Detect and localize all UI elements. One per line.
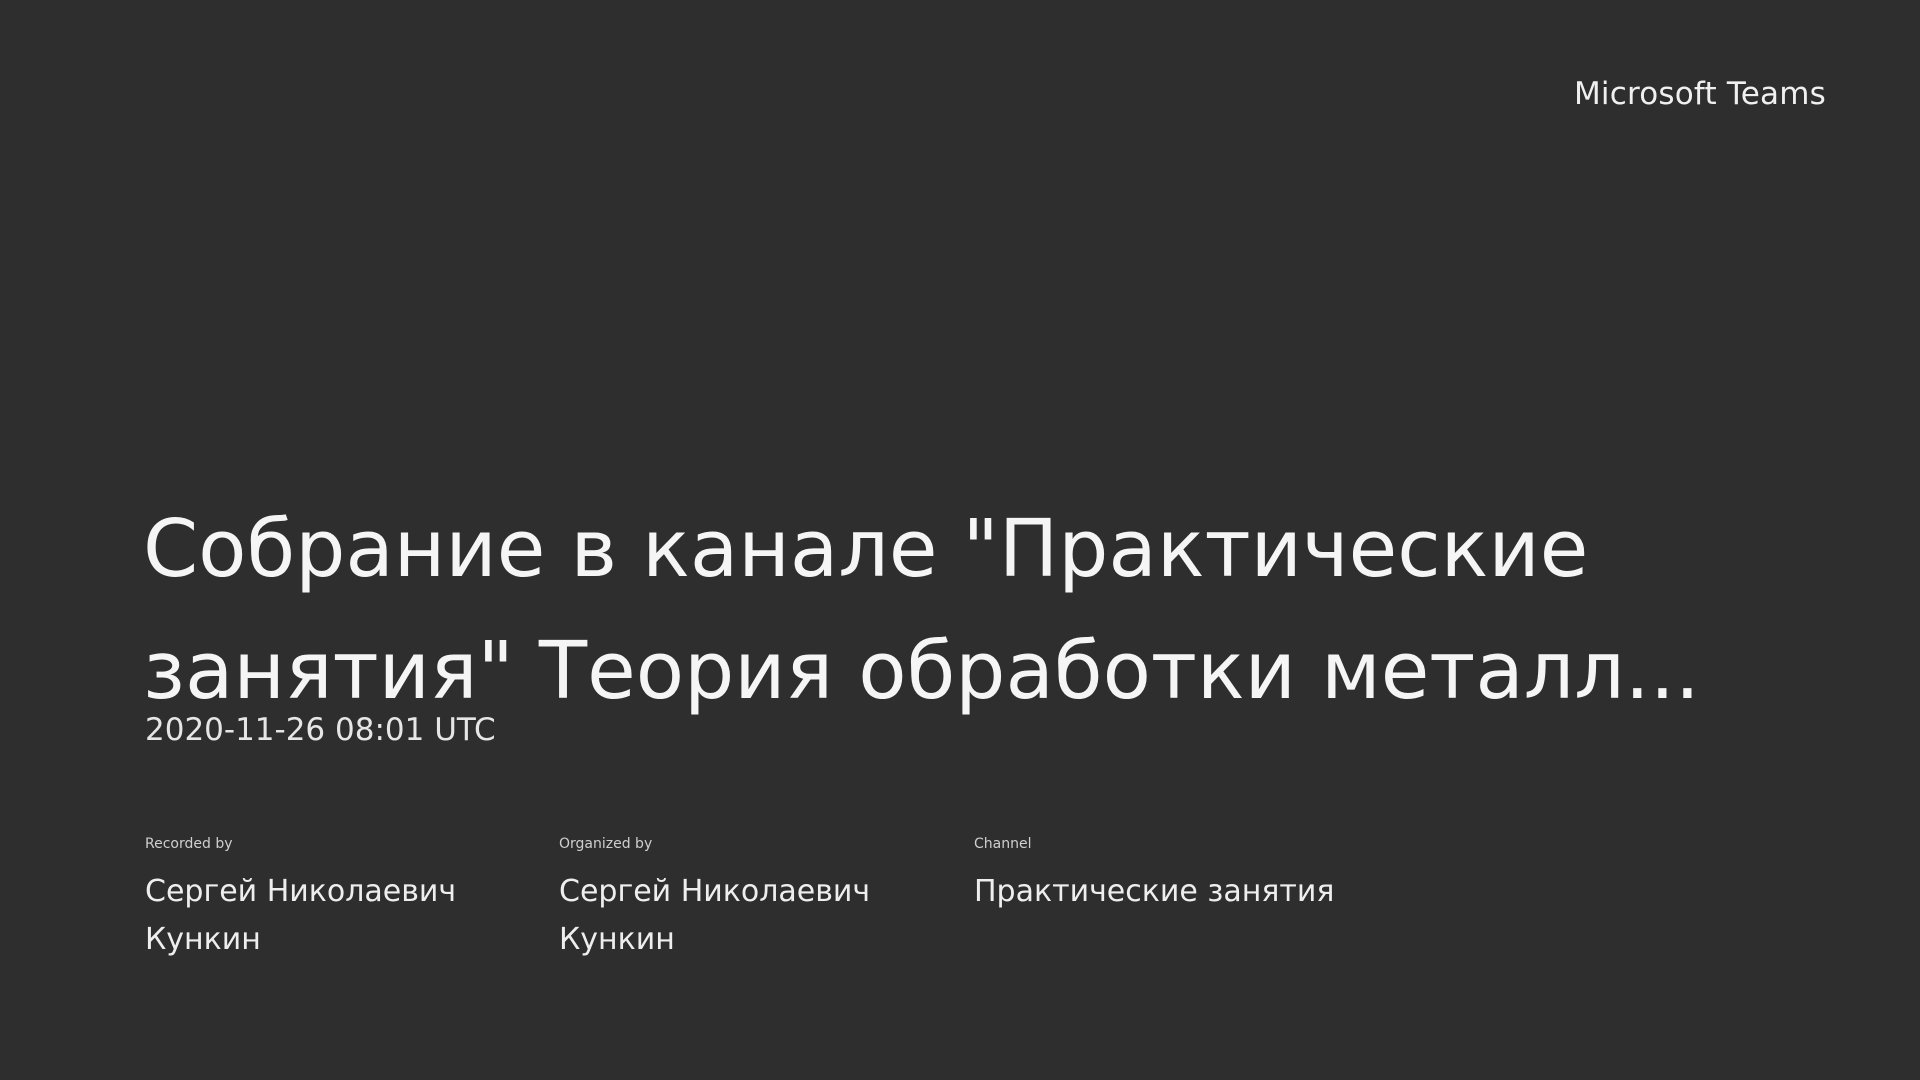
channel-value: Практические занятия <box>974 874 1335 909</box>
organized-by-section: Organized by Сергей Николаевич Кункин <box>559 836 919 964</box>
recording-title-screen: Microsoft Teams Собрание в канале "Практ… <box>0 0 1920 1080</box>
channel-section: Channel Практические занятия <box>974 836 1534 916</box>
organized-by-label: Organized by <box>559 836 653 852</box>
recorded-by-label: Recorded by <box>145 836 233 852</box>
app-brand-label: Microsoft Teams <box>1573 76 1826 112</box>
organized-by-value: Сергей Николаевич Кункин <box>559 874 871 957</box>
channel-label: Channel <box>974 836 1032 852</box>
meeting-title: Собрание в канале "Практические занятия"… <box>143 503 1701 717</box>
meeting-timestamp: 2020-11-26 08:01 UTC <box>145 712 496 748</box>
recorded-by-value: Сергей Николаевич Кункин <box>145 874 457 957</box>
recorded-by-section: Recorded by Сергей Николаевич Кункин <box>145 836 505 964</box>
